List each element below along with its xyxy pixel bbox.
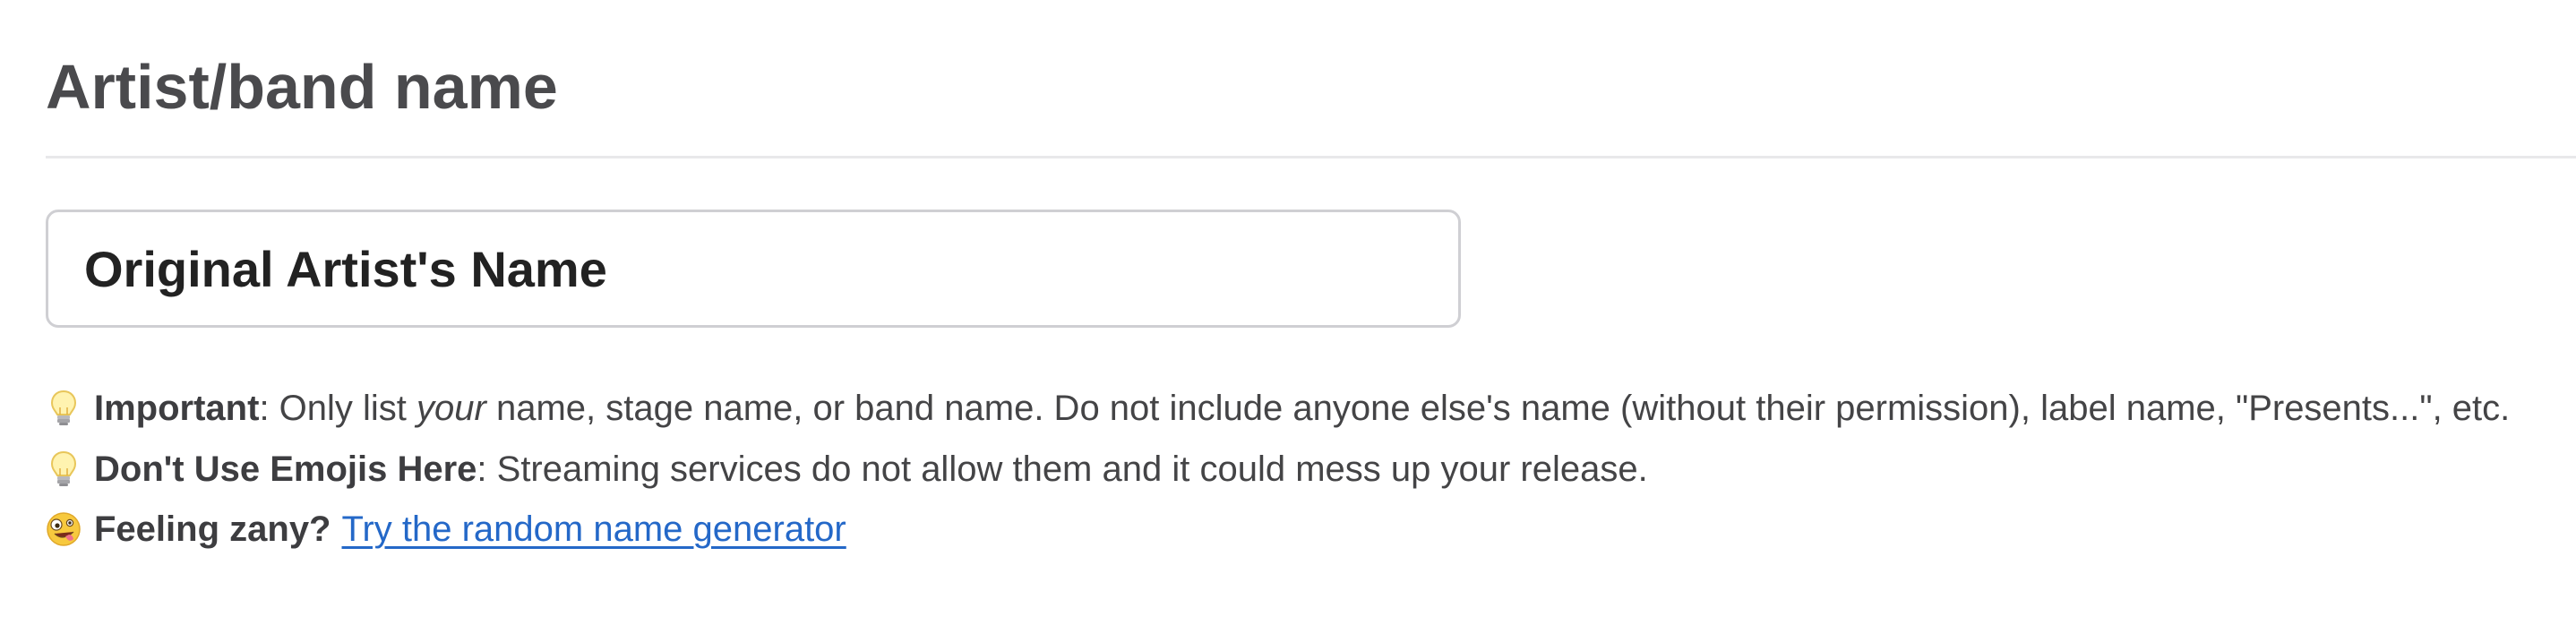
hint-important-text-before: : Only list <box>259 388 417 428</box>
hint-no-emojis-label: Don't Use Emojis Here <box>94 449 477 489</box>
hint-important-emphasis: your <box>416 388 486 428</box>
hint-important-text-after: name, stage name, or band name. Do not i… <box>485 388 2511 428</box>
lightbulb-icon <box>46 386 82 431</box>
hint-important: Important : Only list your name, stage n… <box>46 381 2510 435</box>
section-divider <box>46 156 2576 158</box>
section-title: Artist/band name <box>46 52 558 122</box>
artist-name-input[interactable] <box>46 210 1461 328</box>
hint-no-emojis-text: : Streaming services do not allow them a… <box>477 449 1648 489</box>
lightbulb-icon <box>46 447 82 492</box>
hint-no-emojis: Don't Use Emojis Here : Streaming servic… <box>46 442 1648 496</box>
hint-zany: Feeling zany? Try the random name genera… <box>46 502 846 556</box>
zany-face-icon <box>46 507 82 552</box>
artist-name-section: Artist/band name Important : Only list y… <box>0 0 2576 625</box>
random-name-generator-link[interactable]: Try the random name generator <box>342 509 846 550</box>
hint-zany-label: Feeling zany? <box>94 509 331 549</box>
hint-important-label: Important <box>94 388 260 428</box>
